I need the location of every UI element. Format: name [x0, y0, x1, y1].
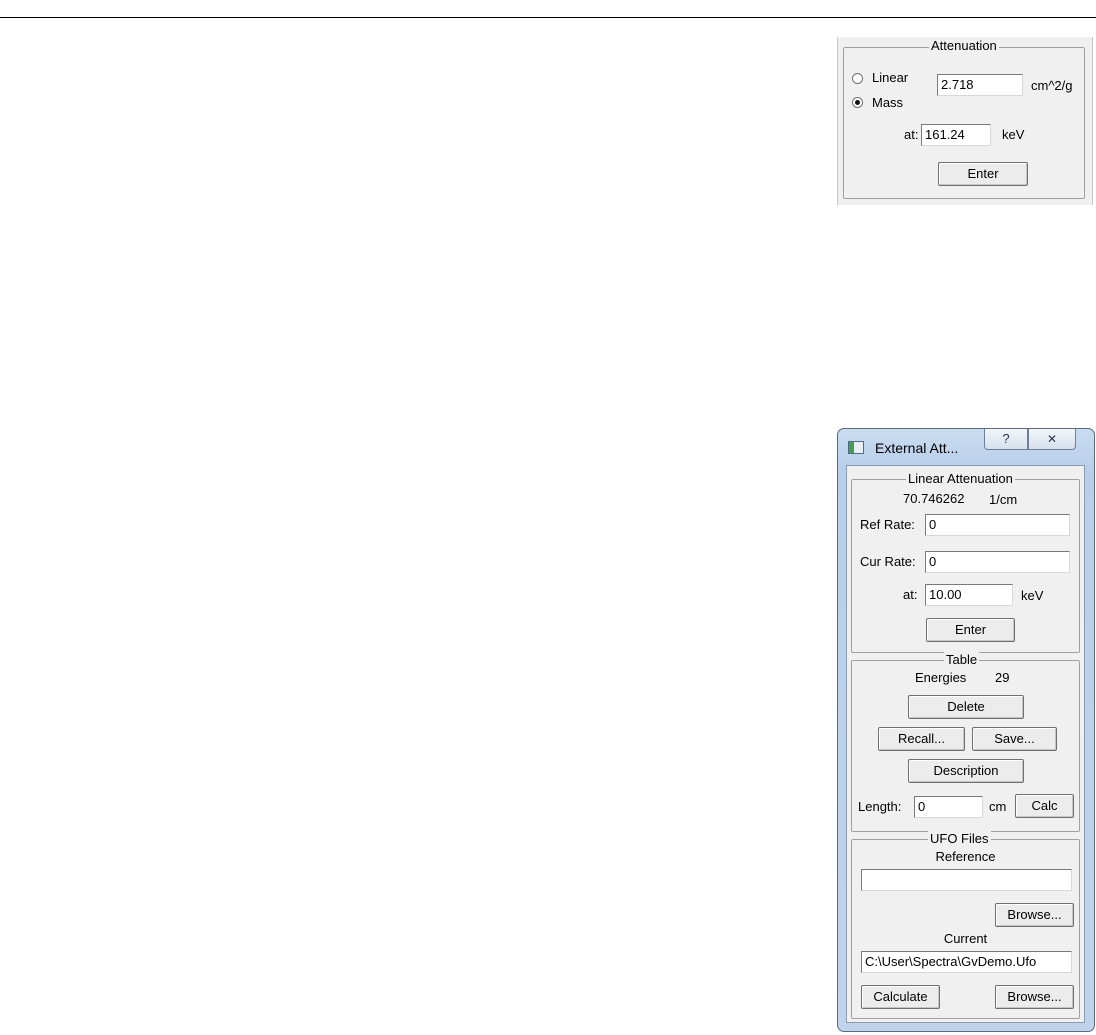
current-file-input[interactable]: C:\User\Spectra\GvDemo.Ufo	[861, 951, 1072, 973]
app-window-icon	[848, 441, 864, 454]
close-button[interactable]: ✕	[1028, 429, 1076, 450]
energies-label: Energies	[915, 670, 967, 685]
top-divider-line	[0, 17, 1096, 18]
energy-input[interactable]: 10.00	[925, 584, 1013, 606]
mass-radio-label[interactable]: Mass	[872, 95, 903, 111]
dialog-title: External Att...	[875, 440, 959, 456]
reference-label: Reference	[935, 849, 996, 864]
linear-attenuation-unit: 1/cm	[989, 492, 1018, 507]
length-label: Length:	[858, 799, 902, 814]
energy-input[interactable]: 161.24	[921, 124, 991, 146]
recall-button[interactable]: Recall...	[878, 727, 965, 751]
ref-rate-label: Ref Rate:	[860, 517, 915, 532]
ref-rate-input[interactable]: 0	[925, 514, 1070, 536]
dialog-titlebar[interactable]: External Att... ? ✕	[838, 429, 1094, 465]
linear-attenuation-title: Linear Attenuation	[906, 471, 1015, 487]
energy-unit: keV	[1002, 127, 1025, 142]
mass-radio[interactable]	[852, 97, 863, 108]
length-unit: cm	[989, 799, 1007, 814]
description-button[interactable]: Description	[908, 759, 1024, 783]
delete-button[interactable]: Delete	[908, 695, 1024, 719]
linear-radio-label[interactable]: Linear	[872, 70, 908, 86]
external-attenuation-dialog: External Att... ? ✕ Linear Attenuation 7…	[837, 428, 1095, 1032]
reference-file-input[interactable]	[861, 869, 1072, 891]
help-button[interactable]: ?	[984, 429, 1028, 450]
length-input[interactable]: 0	[914, 796, 983, 818]
linear-attenuation-value: 70.746262	[903, 491, 965, 506]
reference-browse-button[interactable]: Browse...	[995, 903, 1074, 927]
save-button[interactable]: Save...	[972, 727, 1057, 751]
ufo-files-title: UFO Files	[928, 831, 991, 847]
coefficient-input[interactable]: 2.718	[937, 74, 1023, 96]
cur-rate-label: Cur Rate:	[860, 554, 916, 569]
enter-button[interactable]: Enter	[926, 618, 1015, 642]
energies-count: 29	[995, 670, 1010, 685]
calc-button[interactable]: Calc	[1015, 794, 1074, 818]
energy-unit: keV	[1021, 588, 1044, 603]
coefficient-unit: cm^2/g	[1031, 78, 1073, 93]
enter-button[interactable]: Enter	[938, 162, 1028, 186]
energy-at-label: at:	[903, 587, 918, 602]
current-label: Current	[943, 931, 988, 946]
current-browse-button[interactable]: Browse...	[995, 985, 1074, 1009]
attenuation-panel: Attenuation Linear Mass 2.718 cm^2/g at:…	[837, 37, 1093, 205]
table-title: Table	[944, 652, 980, 668]
calculate-button[interactable]: Calculate	[861, 985, 940, 1009]
attenuation-group-title: Attenuation	[929, 38, 999, 54]
cur-rate-input[interactable]: 0	[925, 551, 1070, 573]
dialog-client-area: Linear Attenuation 70.746262 1/cm Ref Ra…	[846, 465, 1085, 1023]
energy-at-label: at:	[904, 127, 919, 142]
linear-radio[interactable]	[852, 73, 863, 84]
